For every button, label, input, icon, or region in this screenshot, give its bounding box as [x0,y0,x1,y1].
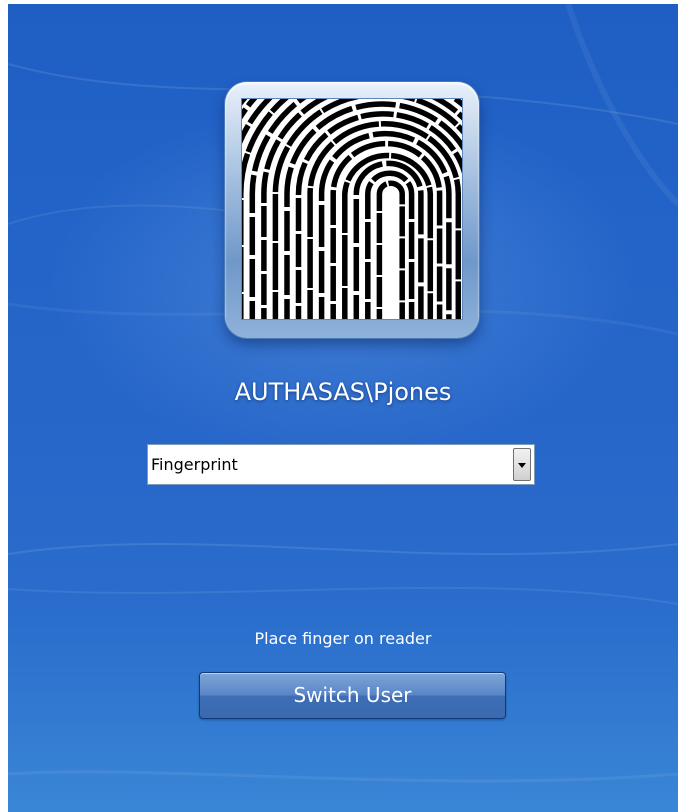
fingerprint-icon [241,98,463,320]
login-method-select[interactable]: Fingerprint [147,444,535,485]
user-tile [225,82,479,338]
login-method-value: Fingerprint [151,455,238,474]
chevron-down-icon [518,463,526,468]
fingerprint-ridge [376,180,405,319]
user-name: AUTHASAS\Pjones [234,378,452,406]
switch-user-button[interactable]: Switch User [199,672,506,719]
dropdown-button[interactable] [513,448,531,481]
fingerprint-ridge [365,170,415,319]
status-prompt: Place finger on reader [254,629,432,648]
logon-screen: AUTHASAS\Pjones Fingerprint Place finger… [8,4,678,812]
